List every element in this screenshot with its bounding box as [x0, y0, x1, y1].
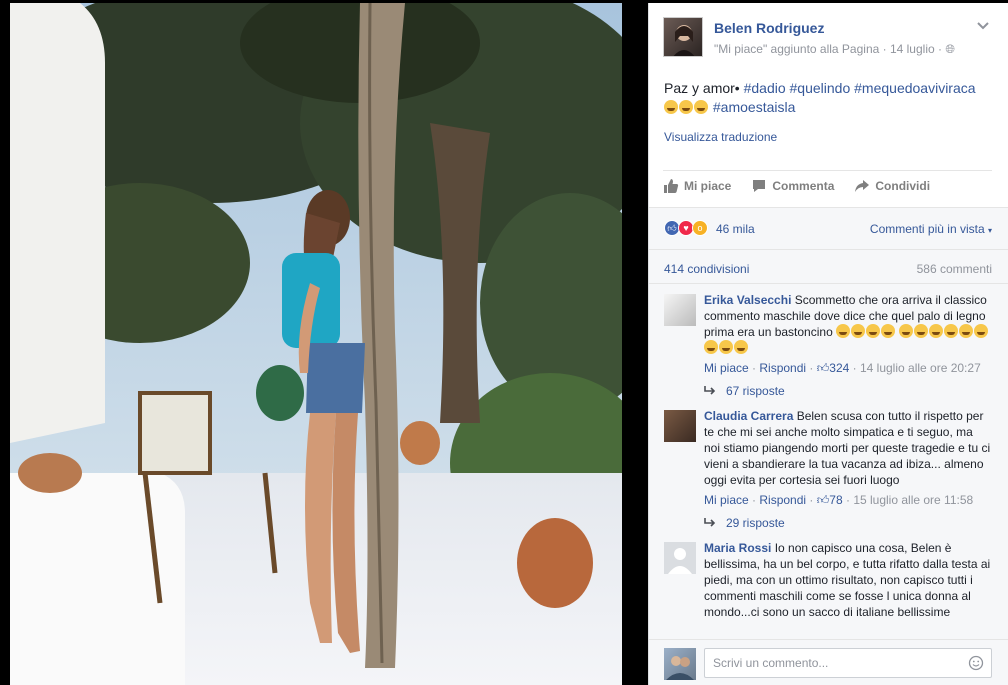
emoji-icon	[944, 324, 959, 338]
emoji-icon	[694, 100, 708, 114]
emoji-icon	[959, 324, 974, 338]
emoji-icon	[679, 100, 693, 114]
emoji-icon	[881, 324, 896, 338]
comment-sort-dropdown[interactable]: Commenti più in vista ▾	[870, 222, 992, 236]
emoji-icon	[914, 324, 929, 338]
comment-input[interactable]: Scrivi un commento...	[704, 648, 992, 678]
comment-button[interactable]: Commenta	[751, 178, 834, 194]
replies-count: 67 risposte	[726, 384, 785, 398]
commenter-avatar[interactable]	[664, 410, 696, 442]
default-avatar-icon	[668, 548, 692, 574]
comments-list: Erika Valsecchi Scommetto che ora arriva…	[649, 283, 1008, 639]
comment: Erika Valsecchi Scommetto che ora arriva…	[649, 284, 1008, 376]
view-replies-link[interactable]: 29 risposte	[649, 508, 1008, 538]
comment-like-count[interactable]: 👍︎324	[817, 361, 850, 375]
thumbs-up-outline-icon: 👍︎	[816, 493, 830, 507]
post-text: Paz y amor• #dadio #quelindo #mequedoavi…	[649, 63, 1008, 117]
post-actions: Mi piace Commenta Condividi	[663, 170, 992, 201]
caret-down-icon: ▾	[987, 226, 992, 235]
share-button[interactable]: Condividi	[854, 178, 930, 194]
counts-bar: 414 condivisioni 586 commenti	[649, 249, 1008, 287]
comment-like-link[interactable]: Mi piace	[704, 493, 749, 507]
post-meta-text: "Mi piace" aggiunto alla Pagina · 14 lug…	[714, 42, 946, 56]
comment-likes-value: 78	[829, 493, 843, 507]
commenter-avatar[interactable]	[664, 294, 696, 326]
current-user-avatar	[664, 648, 696, 680]
comment-composer: Scrivi un commento...	[649, 639, 1008, 685]
author-avatar[interactable]	[663, 17, 703, 57]
post-header: Belen Rodriguez "Mi piace" aggiunto alla…	[649, 3, 1008, 63]
emoji-icon	[851, 324, 866, 338]
author-name[interactable]: Belen Rodriguez	[714, 20, 824, 36]
emoji-icon	[836, 324, 851, 338]
like-label: Mi piace	[684, 179, 732, 193]
comments-count: 586 commenti	[916, 262, 992, 276]
reply-arrow-icon	[704, 518, 716, 527]
comment-reply-link[interactable]: Rispondi	[759, 493, 806, 507]
emoji-icon	[704, 340, 718, 354]
emoji-icon	[929, 324, 944, 338]
shares-count[interactable]: 414 condivisioni	[664, 262, 749, 276]
reply-arrow-icon	[704, 386, 716, 395]
comment-like-link[interactable]: Mi piace	[704, 361, 749, 375]
emoji-icon	[899, 324, 914, 338]
emoji-icon	[719, 340, 733, 354]
post-hashtags[interactable]: #dadio #quelindo #mequedoaviviraca	[744, 80, 976, 96]
post-hashtag-line2[interactable]: #amoestaisla	[713, 99, 796, 115]
comment-time[interactable]: 14 luglio alle ore 20:27	[860, 361, 981, 375]
comment-like-count[interactable]: 👍︎78	[817, 493, 843, 507]
comment-reply-link[interactable]: Rispondi	[759, 361, 806, 375]
thumbs-up-outline-icon: 👍︎	[816, 361, 830, 375]
comment-body: Maria Rossi Io non capisco una cosa, Bel…	[704, 540, 992, 620]
reactions-bar: 👍︎ ♥ o 46 mila Commenti più in vista ▾	[649, 207, 1008, 249]
comment-author[interactable]: Claudia Carrera	[704, 409, 793, 423]
post-panel: Belen Rodriguez "Mi piace" aggiunto alla…	[648, 3, 1008, 685]
comment-meta: Mi piace · Rispondi · 👍︎324 · 14 luglio …	[704, 361, 981, 375]
share-label: Condividi	[875, 179, 931, 193]
post-photo[interactable]	[10, 3, 622, 685]
share-icon	[855, 180, 870, 192]
comment-body: Claudia Carrera Belen scusa con tutto il…	[704, 408, 992, 488]
globe-icon: 🌐︎	[945, 42, 955, 56]
emoji-icon	[866, 324, 881, 338]
comment-author[interactable]: Erika Valsecchi	[704, 293, 791, 307]
photo-viewer	[0, 0, 625, 685]
comment-icon	[753, 180, 766, 192]
emoji-icon	[664, 100, 678, 114]
post-text-prefix: Paz y amor•	[664, 80, 744, 96]
comment-meta: Mi piace · Rispondi · 👍︎78 · 15 luglio a…	[704, 493, 974, 507]
comment-label: Commenta	[772, 179, 835, 193]
commenter-avatar[interactable]	[664, 542, 696, 574]
chevron-down-icon[interactable]	[976, 19, 990, 33]
comment: Claudia Carrera Belen scusa con tutto il…	[649, 406, 1008, 508]
comment-time[interactable]: 15 luglio alle ore 11:58	[853, 493, 973, 507]
view-replies-link[interactable]: 67 risposte	[649, 376, 1008, 406]
emoji-icon	[734, 340, 748, 354]
comment: Maria Rossi Io non capisco una cosa, Bel…	[649, 538, 1008, 620]
replies-count: 29 risposte	[726, 516, 785, 530]
comment-likes-value: 324	[829, 361, 850, 375]
emoji-icon	[974, 324, 989, 338]
reaction-icons[interactable]: 👍︎ ♥ o	[664, 220, 708, 236]
comment-author[interactable]: Maria Rossi	[704, 541, 771, 555]
comment-sort-label: Commenti più in vista	[869, 222, 985, 236]
emoji-picker-icon[interactable]	[968, 655, 984, 671]
wow-reaction-icon: o	[692, 220, 708, 236]
reaction-count[interactable]: 46 mila	[716, 222, 755, 236]
thumbs-up-icon	[664, 179, 679, 193]
comment-body: Erika Valsecchi Scommetto che ora arriva…	[704, 292, 992, 356]
like-button[interactable]: Mi piace	[663, 178, 731, 194]
translate-link[interactable]: Visualizza traduzione	[649, 117, 1008, 144]
post-meta: "Mi piace" aggiunto alla Pagina · 14 lug…	[714, 42, 955, 57]
